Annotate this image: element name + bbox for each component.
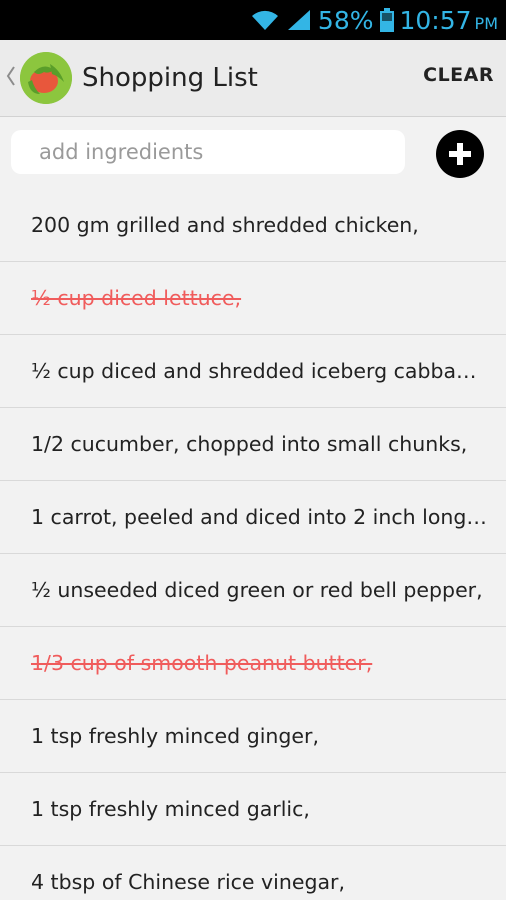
tomato-app-icon[interactable]: [20, 52, 72, 104]
page-title: Shopping List: [82, 63, 258, 93]
list-item-label: 1 carrot, peeled and diced into 2 inch l…: [31, 505, 488, 529]
action-bar: Shopping List CLEAR: [0, 40, 506, 117]
list-item-label: 1/3 cup of smooth peanut butter,: [31, 651, 373, 675]
wifi-icon: [250, 8, 280, 32]
list-item[interactable]: 1 carrot, peeled and diced into 2 inch l…: [0, 481, 506, 554]
list-item-label: 1 tsp freshly minced ginger,: [31, 724, 319, 748]
status-bar: 58% 10:57 PM: [0, 0, 506, 40]
list-item[interactable]: 1 tsp freshly minced ginger,: [0, 700, 506, 773]
list-item-label: 4 tbsp of Chinese rice vinegar,: [31, 870, 345, 894]
list-item[interactable]: ½ cup diced lettuce,: [0, 262, 506, 335]
clear-button[interactable]: CLEAR: [423, 64, 494, 86]
ingredient-input[interactable]: [11, 130, 405, 174]
list-item-label: 200 gm grilled and shredded chicken,: [31, 213, 419, 237]
list-item-label: 1 tsp freshly minced garlic,: [31, 797, 310, 821]
shopping-list: 200 gm grilled and shredded chicken, ½ cu…: [0, 189, 506, 900]
list-item[interactable]: ½ unseeded diced green or red bell peppe…: [0, 554, 506, 627]
clock-ampm: PM: [474, 13, 498, 33]
clock: 10:57 PM: [400, 6, 499, 35]
add-ingredient-row: [0, 118, 506, 190]
battery-percent: 58%: [317, 5, 374, 35]
list-item-label: ½ cup diced lettuce,: [31, 286, 242, 310]
signal-icon: [286, 8, 312, 32]
clock-time: 10:57: [399, 5, 472, 35]
add-button[interactable]: [436, 130, 484, 178]
list-item-label: 1/2 cucumber, chopped into small chunks,: [31, 432, 468, 456]
list-item-label: ½ unseeded diced green or red bell peppe…: [31, 578, 483, 602]
plus-icon: [449, 143, 471, 165]
list-item[interactable]: 1/3 cup of smooth peanut butter,: [0, 627, 506, 700]
list-item[interactable]: 1 tsp freshly minced garlic,: [0, 773, 506, 846]
list-item[interactable]: 200 gm grilled and shredded chicken,: [0, 189, 506, 262]
list-item[interactable]: ½ cup diced and shredded iceberg cabbage…: [0, 335, 506, 408]
list-item[interactable]: 4 tbsp of Chinese rice vinegar,: [0, 846, 506, 900]
list-item-label: ½ cup diced and shredded iceberg cabbage…: [31, 359, 488, 383]
battery-icon: [379, 8, 394, 32]
up-navigation-icon[interactable]: [6, 65, 18, 92]
list-item[interactable]: 1/2 cucumber, chopped into small chunks,: [0, 408, 506, 481]
